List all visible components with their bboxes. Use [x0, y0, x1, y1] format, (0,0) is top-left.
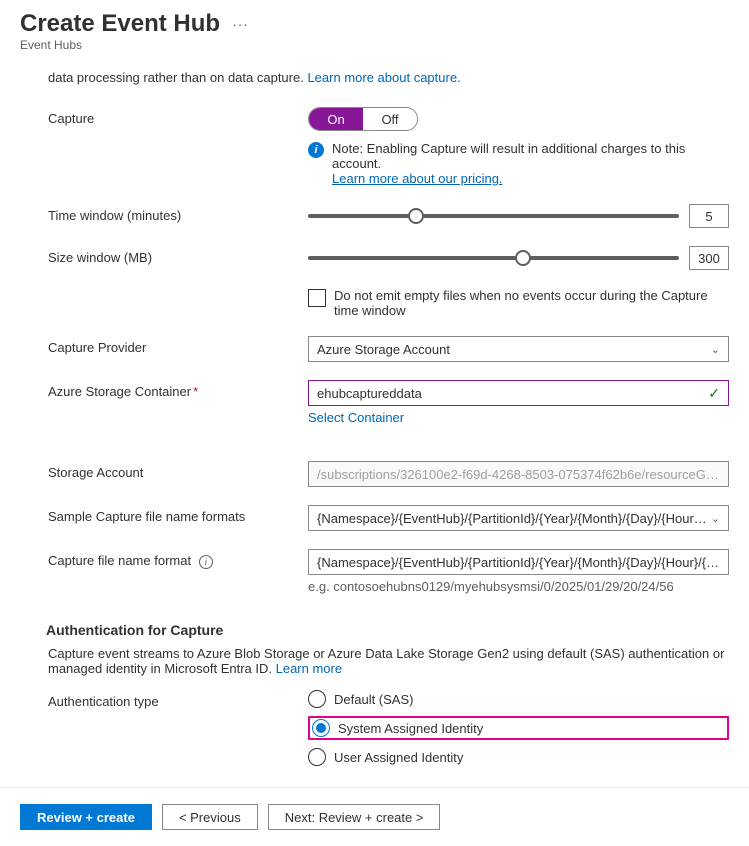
radio-icon[interactable]: [308, 748, 326, 766]
auth-radio-system-highlight: System Assigned Identity: [308, 716, 729, 740]
wizard-footer: Review + create < Previous Next: Review …: [0, 787, 749, 846]
capture-toggle-off[interactable]: Off: [363, 108, 417, 130]
time-window-slider[interactable]: [308, 214, 679, 218]
file-format-example: e.g. contosoehubns0129/myehubsysmsi/0/20…: [308, 579, 729, 594]
capture-toggle[interactable]: On Off: [308, 107, 418, 131]
sample-format-select[interactable]: {Namespace}/{EventHub}/{PartitionId}/{Ye…: [308, 505, 729, 531]
intro-text: data processing rather than on data capt…: [48, 70, 729, 85]
page-subtitle: Event Hubs: [20, 38, 729, 52]
size-window-slider[interactable]: [308, 256, 679, 260]
sample-format-label: Sample Capture file name formats: [48, 505, 308, 524]
check-icon: ✓: [708, 385, 720, 402]
intro-prefix: data processing rather than on data capt…: [48, 70, 307, 85]
file-format-value: {Namespace}/{EventHub}/{PartitionId}/{Ye…: [317, 555, 720, 570]
container-value: ehubcaptureddata: [317, 386, 422, 401]
chevron-down-icon: ⌄: [711, 343, 720, 356]
capture-note: Note: Enabling Capture will result in ad…: [332, 141, 729, 186]
auth-radio-user-label: User Assigned Identity: [334, 750, 463, 765]
auth-type-label: Authentication type: [48, 690, 308, 709]
capture-note-text: Note: Enabling Capture will result in ad…: [332, 141, 685, 171]
capture-toggle-on[interactable]: On: [309, 108, 363, 130]
radio-icon-selected[interactable]: [312, 719, 330, 737]
learn-more-capture-link[interactable]: Learn more about capture.: [307, 70, 460, 85]
page-header: Create Event Hub ··· Event Hubs: [0, 0, 749, 56]
file-format-input[interactable]: {Namespace}/{EventHub}/{PartitionId}/{Ye…: [308, 549, 729, 575]
chevron-down-icon: ⌄: [711, 512, 720, 525]
storage-account-input: /subscriptions/326100e2-f69d-4268-8503-0…: [308, 461, 729, 487]
checkbox-icon[interactable]: [308, 289, 326, 307]
auth-radio-system[interactable]: System Assigned Identity: [312, 719, 483, 737]
info-circle-icon[interactable]: i: [199, 555, 213, 569]
auth-desc: Capture event streams to Azure Blob Stor…: [48, 646, 729, 676]
storage-account-value: /subscriptions/326100e2-f69d-4268-8503-0…: [317, 467, 720, 482]
auth-radio-system-label: System Assigned Identity: [338, 721, 483, 736]
page-title: Create Event Hub: [20, 10, 220, 38]
auth-type-radiogroup: Default (SAS) System Assigned Identity U…: [308, 690, 729, 766]
time-window-label: Time window (minutes): [48, 204, 308, 223]
radio-icon[interactable]: [308, 690, 326, 708]
auth-radio-default[interactable]: Default (SAS): [308, 690, 729, 708]
review-create-button[interactable]: Review + create: [20, 804, 152, 830]
container-input[interactable]: ehubcaptureddata ✓: [308, 380, 729, 406]
provider-select[interactable]: Azure Storage Account ⌄: [308, 336, 729, 362]
capture-label: Capture: [48, 107, 308, 126]
auth-learn-more-link[interactable]: Learn more: [276, 661, 342, 676]
select-container-link[interactable]: Select Container: [308, 410, 404, 425]
provider-label: Capture Provider: [48, 336, 308, 355]
size-window-value[interactable]: 300: [689, 246, 729, 270]
empty-files-label: Do not emit empty files when no events o…: [334, 288, 729, 318]
previous-button[interactable]: < Previous: [162, 804, 258, 830]
provider-value: Azure Storage Account: [317, 342, 450, 357]
size-window-label: Size window (MB): [48, 246, 308, 265]
auth-heading: Authentication for Capture: [46, 622, 729, 638]
size-window-slider-thumb[interactable]: [515, 250, 531, 266]
pricing-link[interactable]: Learn more about our pricing.: [332, 171, 503, 186]
storage-account-label: Storage Account: [48, 461, 308, 480]
sample-format-value: {Namespace}/{EventHub}/{PartitionId}/{Ye…: [317, 511, 711, 526]
auth-radio-default-label: Default (SAS): [334, 692, 413, 707]
next-button[interactable]: Next: Review + create >: [268, 804, 441, 830]
auth-radio-user[interactable]: User Assigned Identity: [308, 748, 729, 766]
file-format-label: Capture file name format i: [48, 549, 308, 569]
more-icon[interactable]: ···: [232, 16, 249, 32]
time-window-value[interactable]: 5: [689, 204, 729, 228]
container-label: Azure Storage Container*: [48, 380, 308, 399]
info-icon: i: [308, 142, 324, 158]
empty-files-checkbox[interactable]: Do not emit empty files when no events o…: [308, 288, 729, 318]
time-window-slider-thumb[interactable]: [408, 208, 424, 224]
